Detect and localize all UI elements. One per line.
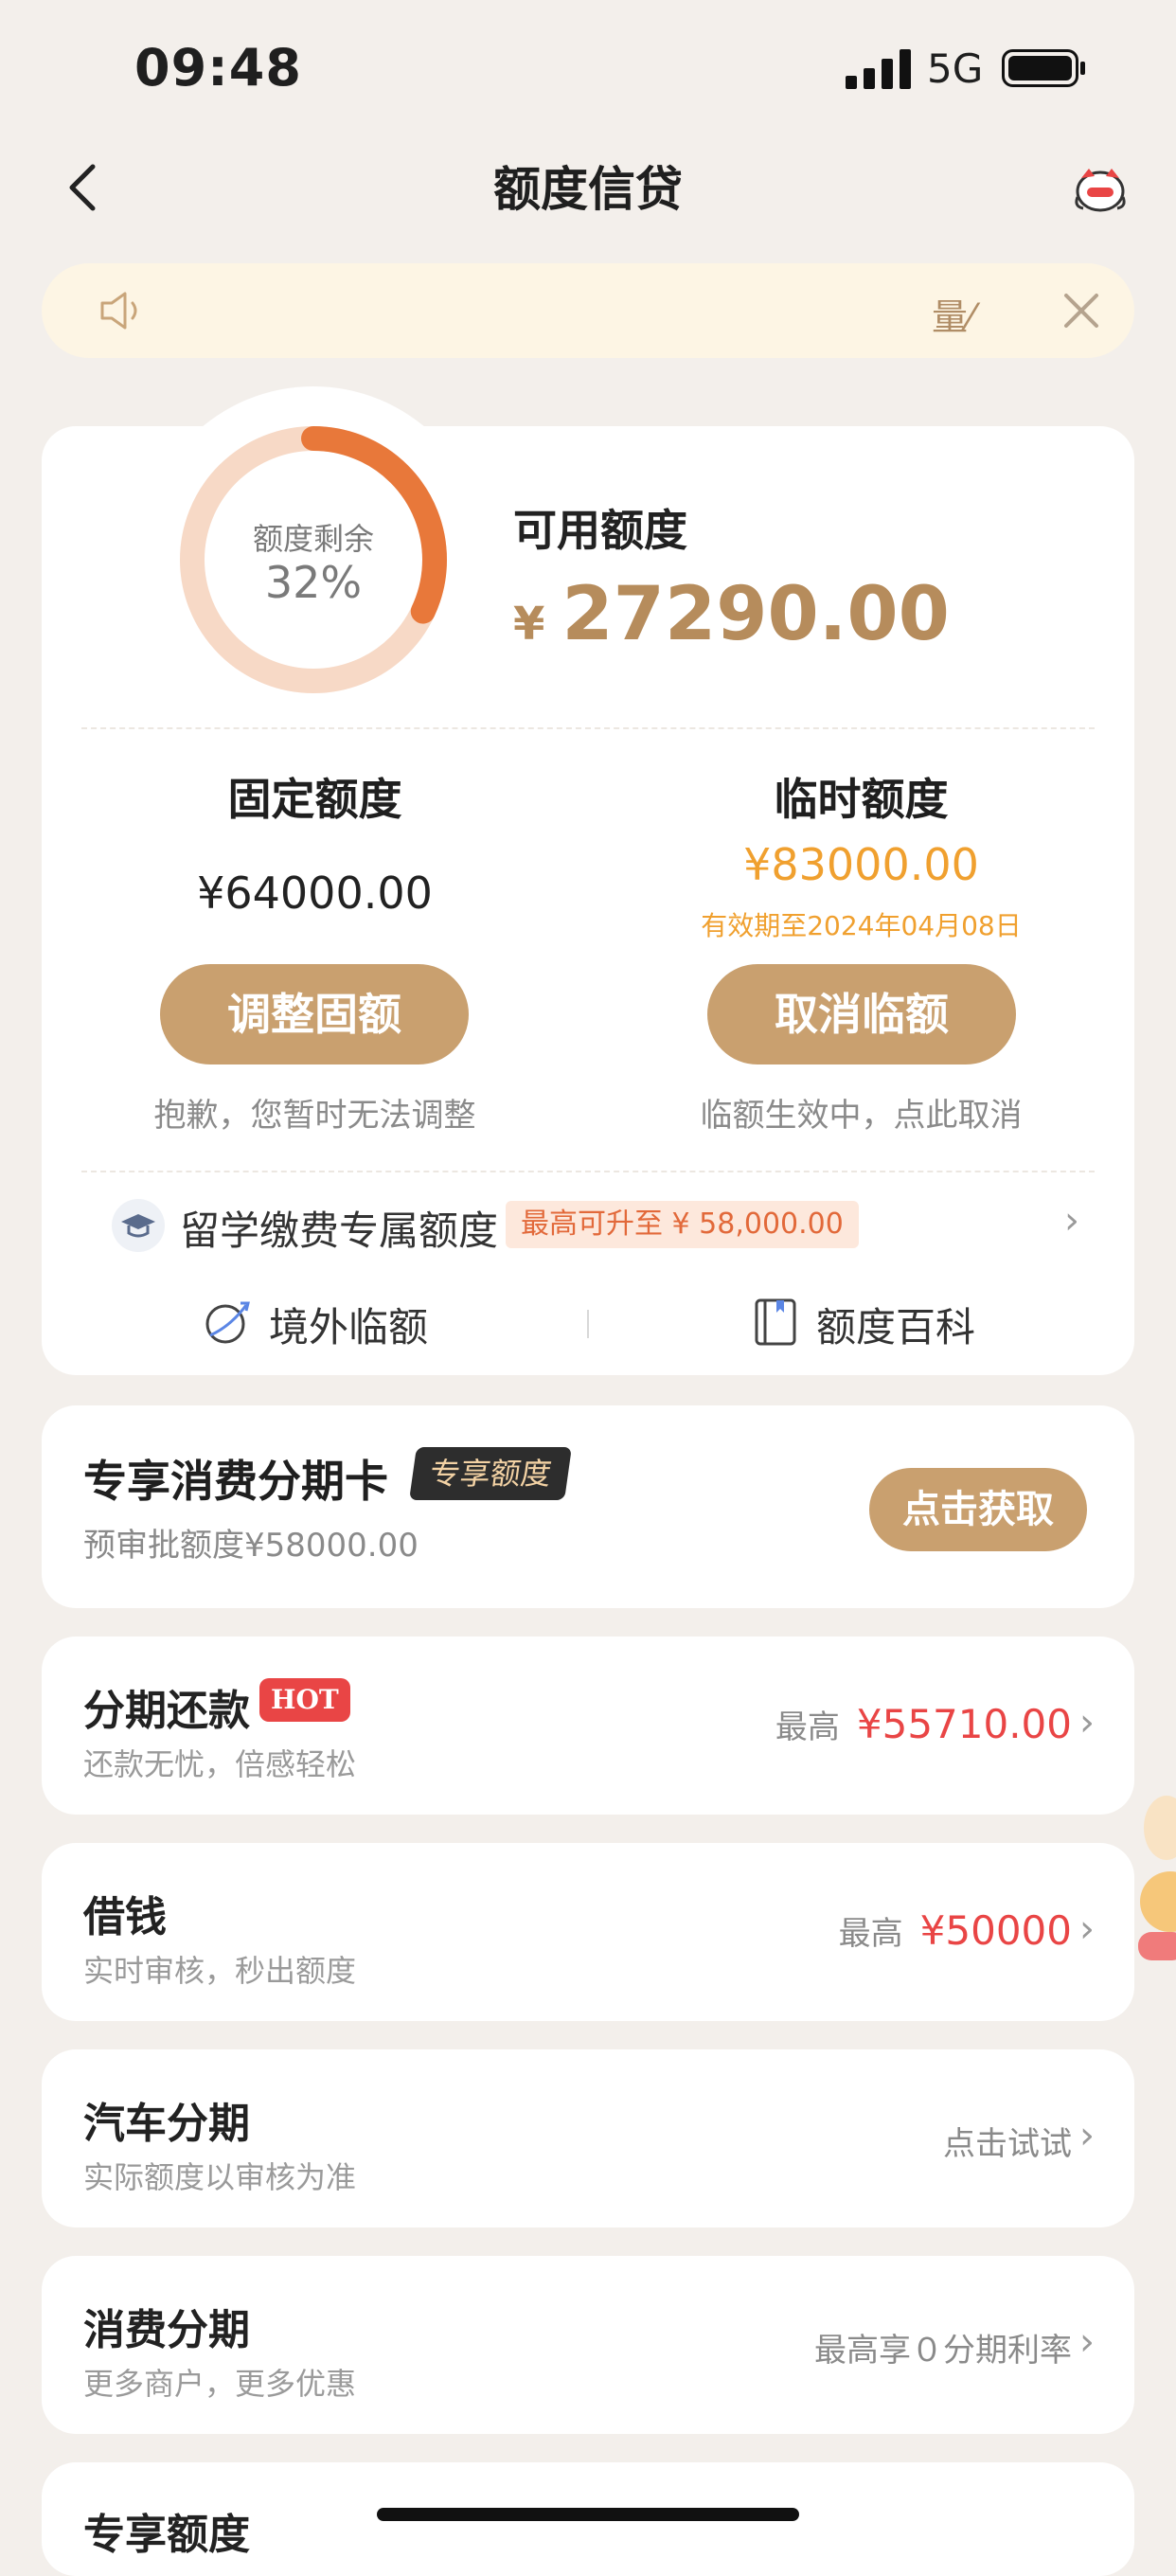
separator — [587, 1310, 589, 1338]
cancel-temp-credit-button[interactable]: 取消临额 — [707, 964, 1016, 1064]
overseas-credit-icon — [205, 1301, 250, 1344]
signal-icon — [846, 49, 911, 89]
list-item-title: 汽车分期 — [83, 2100, 250, 2148]
divider — [81, 727, 1095, 729]
exclusive-badge: 专享额度 — [409, 1447, 572, 1500]
network-type: 5G — [927, 45, 984, 92]
fixed-credit-amount: ¥64000.00 — [197, 868, 433, 919]
available-credit-amount: ¥27290.00 — [513, 572, 950, 657]
chevron-right-icon[interactable]: › — [1079, 1701, 1095, 1744]
adjust-fixed-credit-button[interactable]: 调整固额 — [160, 964, 469, 1064]
list-item-right: 最高 ¥50000 — [839, 1907, 1072, 1954]
divider — [81, 1171, 1095, 1172]
available-credit-label: 可用额度 — [513, 505, 687, 556]
fixed-credit-title: 固定额度 — [227, 774, 402, 825]
list-item-subtitle: 实时审核，秒出额度 — [83, 1953, 357, 1989]
ring-label: 额度剩余 — [252, 521, 374, 557]
notice-text: 量⁄ — [932, 296, 974, 338]
list-item-title: 分期还款 — [83, 1687, 250, 1735]
list-item-title: 借钱 — [83, 1893, 167, 1941]
currency-symbol: ¥ — [513, 598, 545, 651]
max-amount: ¥55710.00 — [856, 1701, 1072, 1747]
ring-percent: 32% — [264, 557, 363, 608]
temp-credit-amount: ¥83000.00 — [743, 839, 979, 890]
temp-credit-note[interactable]: 临额生效中，点此取消 — [588, 1089, 1134, 1136]
page-title: 额度信贷 — [493, 162, 683, 217]
overseas-temp-credit-link[interactable]: 境外临额 — [269, 1296, 428, 1353]
promo-label: 最高享０分期利率 — [814, 2332, 1072, 2370]
list-item-subtitle: 实际额度以审核为准 — [83, 2159, 357, 2195]
chevron-right-icon[interactable]: › — [1079, 2320, 1095, 2364]
chevron-right-icon[interactable]: › — [1079, 2114, 1095, 2157]
status-time: 09:48 — [134, 38, 302, 98]
get-exclusive-button[interactable]: 点击获取 — [869, 1468, 1087, 1551]
battery-icon — [1002, 49, 1085, 87]
temp-credit-validity: 有效期至2024年04月08日 — [701, 910, 1022, 941]
try-now-label: 点击试试 — [943, 2125, 1072, 2163]
study-credit-badge: 最高可升至 ¥ 58,000.00 — [506, 1201, 859, 1248]
fixed-credit-note: 抱歉，您暂时无法调整 — [153, 1097, 476, 1135]
exclusive-card-title: 专享消费分期卡 — [83, 1456, 388, 1507]
max-label: 最高 — [775, 1708, 840, 1746]
chevron-right-icon[interactable]: › — [1079, 1907, 1095, 1951]
available-amount-value: 27290.00 — [561, 572, 950, 657]
max-label: 最高 — [838, 1915, 903, 1953]
list-item-right: 最高 ¥55710.00 — [775, 1701, 1072, 1747]
credit-encyclopedia-link[interactable]: 额度百科 — [816, 1296, 975, 1353]
max-amount: ¥50000 — [919, 1907, 1072, 1954]
list-item-title: 专享额度 — [83, 2511, 250, 2559]
customer-service-mascot-icon[interactable] — [1070, 159, 1131, 216]
floating-promo-icon[interactable] — [1129, 1790, 1176, 1970]
chevron-right-icon[interactable]: › — [1064, 1199, 1079, 1243]
speaker-icon — [100, 292, 137, 330]
temp-credit-title: 临时额度 — [774, 774, 949, 825]
list-item-subtitle: 还款无忧，倍感轻松 — [83, 1746, 357, 1782]
list-item-title: 消费分期 — [83, 2306, 250, 2354]
close-icon[interactable] — [1060, 290, 1102, 331]
graduation-cap-icon — [112, 1199, 165, 1252]
credit-ring-gauge: 额度剩余 32% — [140, 386, 487, 733]
list-item-subtitle: 更多商户，更多优惠 — [83, 2366, 357, 2402]
hot-badge: HOT — [259, 1678, 350, 1722]
notice-bar[interactable]: 量⁄ — [42, 263, 1134, 358]
study-abroad-credit-title[interactable]: 留学缴费专属额度 — [180, 1199, 498, 1257]
exclusive-card-subtitle: 预审批额度¥58000.00 — [83, 1527, 419, 1565]
home-indicator — [377, 2508, 799, 2521]
book-icon — [755, 1298, 796, 1346]
